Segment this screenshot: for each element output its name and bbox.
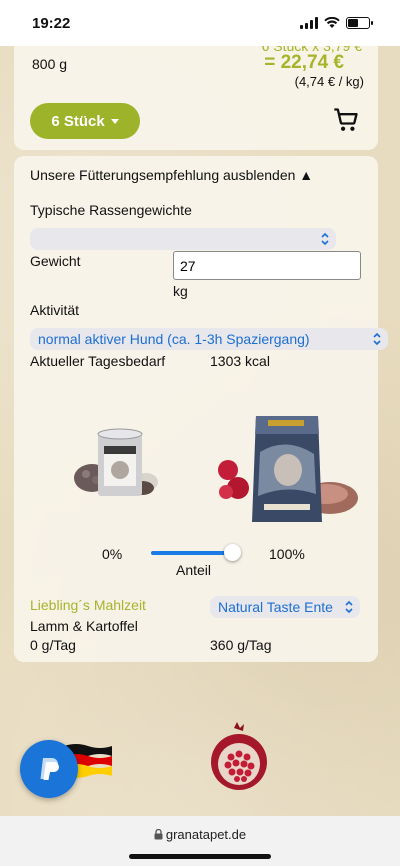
share-slider[interactable] <box>151 543 241 563</box>
status-bar: 19:22 <box>0 0 400 46</box>
select-chevron-icon <box>373 332 381 346</box>
signal-icon <box>300 17 318 29</box>
activity-label: Aktivität <box>30 302 80 318</box>
dry-food-bag-image <box>218 416 358 522</box>
home-indicator[interactable] <box>129 854 271 859</box>
wifi-icon <box>324 17 340 28</box>
wet-food-variety: Lamm & Kartoffel <box>30 618 138 634</box>
feeding-recommendation-card: Unsere Fütterungsempfehlung ausblenden ▲… <box>14 156 388 662</box>
activity-select[interactable]: normal aktiver Hund (ca. 1-3h Spaziergan… <box>30 328 388 350</box>
activity-select-value: normal aktiver Hund (ca. 1-3h Spaziergan… <box>38 331 310 347</box>
wet-food-can-image <box>74 428 158 496</box>
wet-food-product-link[interactable]: Liebling´s Mahlzeit <box>30 597 146 613</box>
dry-food-select[interactable]: Natural Taste Ente <box>210 596 360 618</box>
wet-food-amount: 0 g/Tag <box>30 637 76 653</box>
browser-url-bar[interactable]: granatapet.de <box>0 816 400 866</box>
status-icons <box>300 17 373 29</box>
quantity-dropdown-button[interactable]: 6 Stück <box>30 103 140 139</box>
price-per-kg: (4,74 € / kg) <box>294 74 364 89</box>
status-time: 19:22 <box>32 14 71 32</box>
weight-label: Gewicht <box>30 253 81 269</box>
caret-down-icon <box>110 118 119 124</box>
cart-icon[interactable] <box>332 106 360 134</box>
share-slider-thumb[interactable] <box>224 544 241 561</box>
share-min-label: 0% <box>102 546 123 562</box>
share-label: Anteil <box>176 562 212 578</box>
url-display[interactable]: granatapet.de <box>0 827 400 842</box>
product-weight: 800 g <box>32 56 68 72</box>
weight-unit: kg <box>173 283 188 299</box>
pomegranate-logo-icon[interactable] <box>206 722 272 792</box>
daily-need-value: 1303 kcal <box>210 353 270 369</box>
select-chevron-icon <box>345 600 353 614</box>
purchase-card: 6 Stück x 3,79 € 800 g = 22,74 € (4,74 €… <box>14 30 378 150</box>
daily-need-label: Aktueller Tagesbedarf <box>30 353 166 369</box>
dry-food-select-value: Natural Taste Ente <box>218 599 333 615</box>
weight-input[interactable] <box>173 251 361 280</box>
select-chevron-icon <box>321 232 329 246</box>
breed-weights-label: Typische Rassengewichte <box>30 202 192 218</box>
dry-food-amount: 360 g/Tag <box>210 637 272 653</box>
paypal-icon <box>40 758 59 780</box>
share-max-label: 100% <box>269 546 305 562</box>
breed-weights-select[interactable] <box>30 228 336 250</box>
total-price: = 22,74 € <box>264 52 344 73</box>
hide-recommendation-toggle[interactable]: Unsere Fütterungsempfehlung ausblenden ▲ <box>30 167 313 183</box>
url-text: granatapet.de <box>165 827 247 842</box>
paypal-button[interactable] <box>20 740 78 798</box>
lock-icon <box>154 828 163 840</box>
share-slider-track <box>151 551 232 555</box>
quantity-label: 6 Stück <box>51 112 105 130</box>
battery-icon <box>346 17 373 29</box>
